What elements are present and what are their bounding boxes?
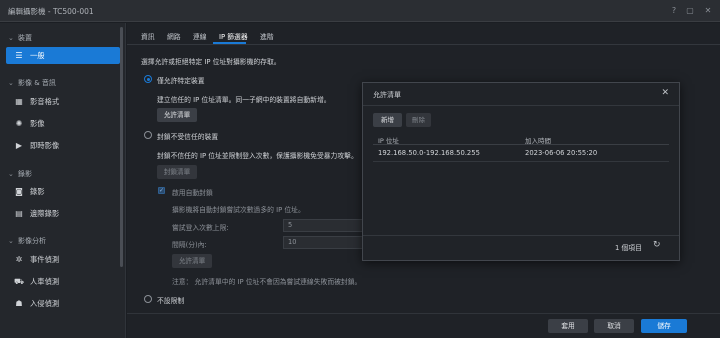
tab-network[interactable]: 網路 bbox=[167, 31, 181, 41]
sidebar-item-av-format[interactable]: ▦ 影音格式 bbox=[6, 93, 120, 110]
option-block-label: 封鎖不受信任的裝置 bbox=[157, 133, 219, 141]
save-button[interactable]: 儲存 bbox=[641, 319, 687, 333]
item-count: 1 個項目 bbox=[615, 244, 642, 252]
auto-block-description: 攝影機將自動封鎖嘗試次數過多的 IP 位址。 bbox=[172, 206, 305, 214]
sidebar-item-edge-recording[interactable]: ▤ 邊際錄影 bbox=[6, 205, 120, 222]
list-icon: ☰ bbox=[15, 51, 23, 60]
table-header: IP 位址 加入時間 bbox=[373, 134, 669, 145]
close-window-icon[interactable]: ✕ bbox=[702, 5, 714, 17]
block-list-button[interactable]: 封鎖清單 bbox=[157, 165, 197, 179]
tab-ip-filter[interactable]: IP 篩選器 bbox=[219, 31, 248, 41]
sidebar-item-label: 邊際錄影 bbox=[30, 209, 60, 218]
sidebar-item-label: 人車偵測 bbox=[30, 277, 60, 286]
allow-list-button-2[interactable]: 允許清單 bbox=[172, 254, 212, 268]
sd-card-icon: ▤ bbox=[15, 209, 23, 218]
sidebar-item-label: 入侵偵測 bbox=[30, 299, 60, 308]
help-icon[interactable]: ? bbox=[668, 5, 680, 17]
sidebar-group-label: 影像 & 音訊 bbox=[18, 79, 56, 87]
title-bar: 編輯攝影機 - TC500-001 ? ▢ ✕ bbox=[0, 0, 720, 22]
auto-block-checkbox[interactable]: ✓ bbox=[158, 187, 165, 194]
dialog-title: 允許清單 bbox=[373, 91, 401, 99]
sidebar-item-label: 錄影 bbox=[30, 187, 45, 196]
interval-input[interactable]: 10 bbox=[283, 236, 363, 249]
intro-text: 選擇允許或拒絕特定 IP 位址對攝影機的存取。 bbox=[141, 58, 281, 66]
window-title: 編輯攝影機 - TC500-001 bbox=[8, 7, 94, 16]
dialog-divider bbox=[363, 105, 679, 106]
tab-advanced[interactable]: 進階 bbox=[260, 31, 274, 41]
chevron-down-icon: ⌄ bbox=[8, 170, 14, 178]
attempts-label: 嘗試登入次數上限: bbox=[172, 224, 229, 232]
interval-label: 間隔(分)內: bbox=[172, 241, 207, 249]
chevron-down-icon: ⌄ bbox=[8, 237, 14, 245]
person-car-icon: ⛟ bbox=[13, 277, 25, 286]
sidebar-item-label: 影音格式 bbox=[30, 97, 60, 106]
block-description: 封鎖不信任的 IP 位址並限制登入次數，保護攝影機免受暴力攻擊。 bbox=[157, 152, 358, 160]
tab-connection[interactable]: 連線 bbox=[193, 31, 207, 41]
sidebar-item-label: 即時影像 bbox=[30, 141, 60, 150]
footer-bar: 套用 取消 儲存 bbox=[127, 313, 720, 338]
cell-ip: 192.168.50.0-192.168.50.255 bbox=[378, 149, 480, 157]
column-header-ip[interactable]: IP 位址 bbox=[378, 135, 399, 145]
cell-added-time: 2023-06-06 20:55:20 bbox=[525, 149, 598, 157]
sidebar-scrollbar[interactable] bbox=[120, 27, 123, 267]
attempts-input[interactable]: 5 bbox=[283, 219, 363, 232]
sidebar-item-live-view[interactable]: ▶ 即時影像 bbox=[6, 137, 120, 154]
refresh-icon[interactable]: ↻ bbox=[653, 240, 661, 250]
sidebar-group-analytics[interactable]: ⌄ 影像分析 bbox=[8, 236, 46, 246]
sidebar-group-av[interactable]: ⌄ 影像 & 音訊 bbox=[8, 78, 56, 88]
cancel-button[interactable]: 取消 bbox=[594, 319, 634, 333]
play-icon: ▶ bbox=[15, 141, 23, 150]
delete-button[interactable]: 刪除 bbox=[406, 113, 431, 127]
option-none-label: 不設限制 bbox=[157, 297, 185, 305]
radio-no-limit[interactable] bbox=[144, 295, 152, 303]
allow-list-button[interactable]: 允許清單 bbox=[157, 108, 197, 122]
sidebar-item-recording[interactable]: ◙ 錄影 bbox=[6, 183, 120, 200]
add-button[interactable]: 新增 bbox=[373, 113, 402, 127]
note-text: 注意： 允許清單中的 IP 位址不會因為嘗試連線失敗而被封鎖。 bbox=[172, 278, 362, 286]
close-icon[interactable]: ✕ bbox=[661, 88, 669, 98]
chevron-down-icon: ⌄ bbox=[8, 34, 14, 42]
chevron-down-icon: ⌄ bbox=[8, 79, 14, 87]
brightness-icon: ✺ bbox=[15, 119, 23, 128]
table-row[interactable]: 192.168.50.0-192.168.50.255 2023-06-06 2… bbox=[373, 146, 669, 162]
auto-block-label: 啟用自動封鎖 bbox=[172, 189, 213, 197]
sidebar-group-device[interactable]: ⌄ 裝置 bbox=[8, 33, 32, 43]
intrusion-icon: ☗ bbox=[15, 299, 23, 308]
sidebar-group-label: 錄影 bbox=[18, 170, 32, 178]
record-icon: ◙ bbox=[15, 187, 23, 196]
sidebar-item-label: 影像 bbox=[30, 119, 45, 128]
sidebar: ⌄ 裝置 ☰ 一般 ⌄ 影像 & 音訊 ▦ 影音格式 ✺ 影像 ▶ 即時影像 ⌄ 錄影 ◙ 錄影… bbox=[0, 23, 126, 338]
sidebar-item-intrusion[interactable]: ☗ 入侵偵測 bbox=[6, 295, 120, 312]
sidebar-item-label: 事件偵測 bbox=[30, 255, 60, 264]
tab-divider bbox=[127, 44, 720, 45]
dialog-footer-divider bbox=[363, 235, 679, 236]
radio-block-untrusted[interactable] bbox=[144, 131, 152, 139]
maximize-icon[interactable]: ▢ bbox=[684, 5, 696, 17]
allow-description: 建立信任的 IP 位址清單。同一子網中的裝置將自動新增。 bbox=[157, 96, 331, 104]
tab-info[interactable]: 資訊 bbox=[141, 31, 155, 41]
sidebar-item-person-vehicle[interactable]: ⛟ 人車偵測 bbox=[6, 273, 120, 290]
sidebar-item-image[interactable]: ✺ 影像 bbox=[6, 115, 120, 132]
film-icon: ▦ bbox=[15, 97, 23, 106]
sidebar-item-general[interactable]: ☰ 一般 bbox=[6, 47, 120, 64]
sidebar-group-recording[interactable]: ⌄ 錄影 bbox=[8, 169, 32, 179]
column-header-added-time[interactable]: 加入時間 bbox=[525, 135, 551, 145]
apply-button[interactable]: 套用 bbox=[548, 319, 588, 333]
sidebar-item-label: 一般 bbox=[30, 51, 45, 60]
radio-allow-specific[interactable] bbox=[144, 75, 152, 83]
gear-icon: ✲ bbox=[15, 255, 23, 264]
sidebar-item-event-detection[interactable]: ✲ 事件偵測 bbox=[6, 251, 120, 268]
allow-list-dialog: 允許清單 ✕ 新增 刪除 IP 位址 加入時間 192.168.50.0-192… bbox=[362, 82, 680, 261]
option-allow-label: 僅允許特定裝置 bbox=[157, 77, 205, 85]
sidebar-group-label: 影像分析 bbox=[18, 237, 46, 245]
sidebar-group-label: 裝置 bbox=[18, 34, 32, 42]
